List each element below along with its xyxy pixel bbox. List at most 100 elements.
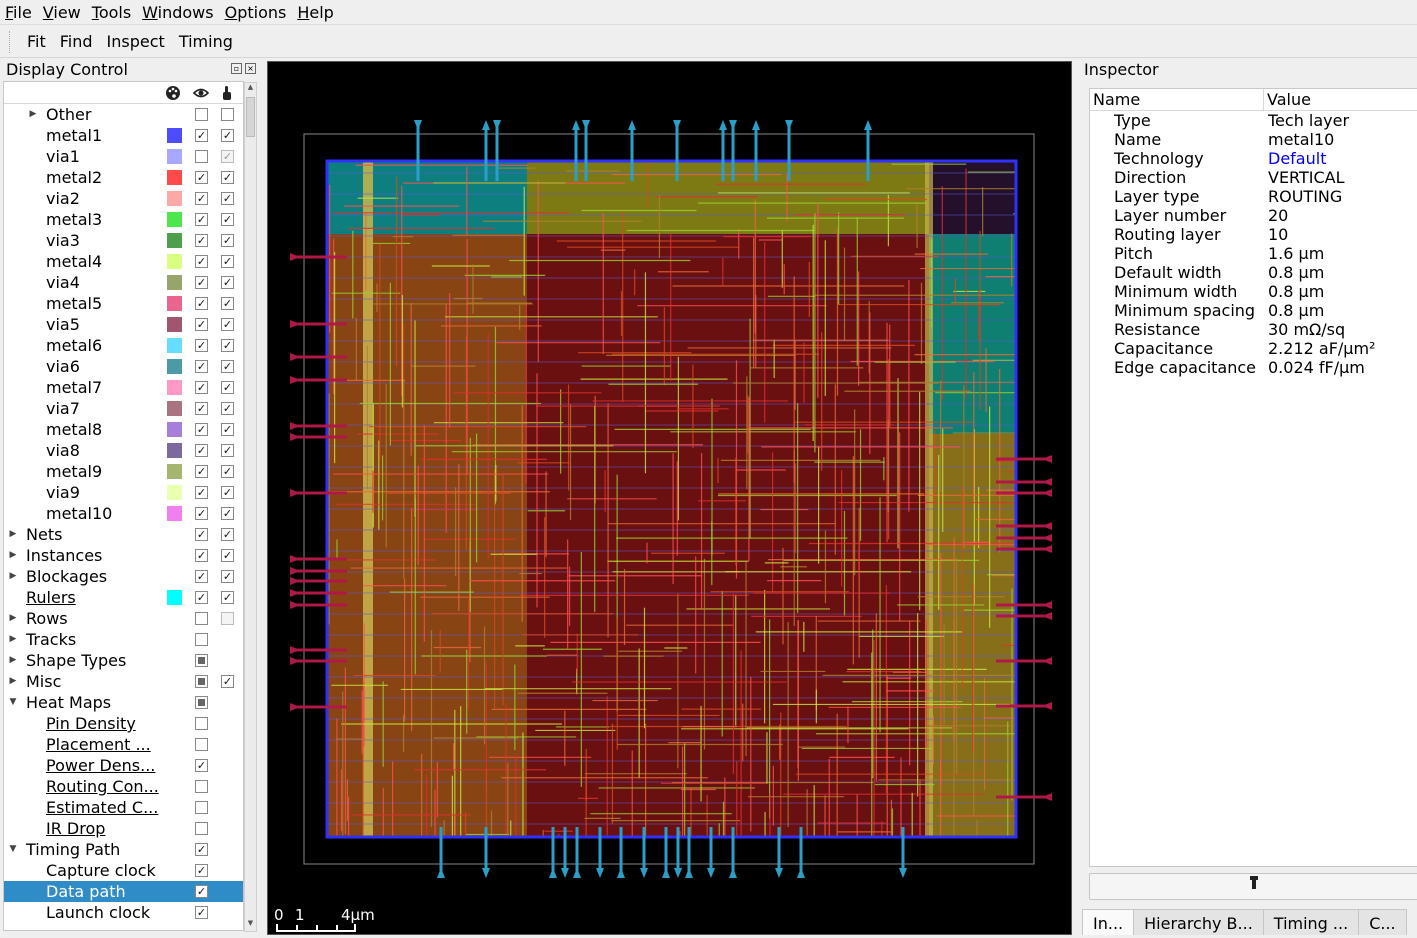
selectable-checkbox[interactable]: ✓ — [221, 234, 234, 247]
selectable-checkbox[interactable]: ✓ — [221, 675, 234, 688]
menu-windows[interactable]: Windows — [137, 0, 219, 25]
selectable-checkbox[interactable]: ✓ — [221, 171, 234, 184]
tree-row-metal10[interactable]: metal10 ✓ ✓ — [4, 503, 243, 524]
menu-tools[interactable]: Tools — [87, 0, 137, 25]
layer-color-swatch[interactable] — [167, 506, 182, 521]
layer-color-swatch[interactable] — [167, 359, 182, 374]
name-column-header[interactable]: Name — [1090, 89, 1264, 110]
visible-checkbox[interactable] — [195, 738, 208, 751]
tree-row-metal4[interactable]: metal4 ✓ ✓ — [4, 251, 243, 272]
layer-color-swatch[interactable] — [167, 212, 182, 227]
layer-color-swatch[interactable] — [167, 380, 182, 395]
visible-checkbox[interactable] — [195, 108, 208, 121]
visible-checkbox[interactable]: ✓ — [195, 570, 208, 583]
tree-row-pin-density[interactable]: Pin Density — [4, 713, 243, 734]
layer-color-swatch[interactable] — [167, 464, 182, 479]
toolbar-find-button[interactable]: Find — [53, 27, 100, 57]
selectable-checkbox[interactable]: ✓ — [221, 507, 234, 520]
close-icon[interactable]: × — [245, 63, 256, 74]
collapse-arrow-icon[interactable]: ▼ — [8, 692, 18, 713]
visible-checkbox[interactable]: ✓ — [195, 381, 208, 394]
tree-row-other[interactable]: ▶ Other — [4, 104, 243, 125]
tree-row-nets[interactable]: ▶ Nets ✓ ✓ — [4, 524, 243, 545]
visible-checkbox[interactable] — [195, 633, 208, 646]
selectable-checkbox[interactable]: ✓ — [221, 444, 234, 457]
tree-row-shape-types[interactable]: ▶ Shape Types — [4, 650, 243, 671]
visible-checkbox[interactable]: ✓ — [195, 297, 208, 310]
toolbar-grip[interactable] — [9, 30, 12, 53]
visible-checkbox[interactable]: ✓ — [195, 906, 208, 919]
tree-row-metal7[interactable]: metal7 ✓ ✓ — [4, 377, 243, 398]
selectable-checkbox[interactable]: ✓ — [221, 528, 234, 541]
visible-checkbox[interactable]: ✓ — [195, 360, 208, 373]
tree-row-via9[interactable]: via9 ✓ ✓ — [4, 482, 243, 503]
tree-row-via6[interactable]: via6 ✓ ✓ — [4, 356, 243, 377]
expand-arrow-icon[interactable]: ▶ — [8, 545, 18, 566]
toolbar-timing-button[interactable]: Timing — [172, 27, 240, 57]
tree-row-tracks[interactable]: ▶ Tracks — [4, 629, 243, 650]
tree-row-instances[interactable]: ▶ Instances ✓ ✓ — [4, 545, 243, 566]
tree-row-metal9[interactable]: metal9 ✓ ✓ — [4, 461, 243, 482]
visible-checkbox[interactable]: ✓ — [195, 885, 208, 898]
visible-checkbox[interactable]: ✓ — [195, 465, 208, 478]
layer-color-swatch[interactable] — [167, 296, 182, 311]
layer-color-swatch[interactable] — [167, 275, 182, 290]
layer-color-swatch[interactable] — [167, 401, 182, 416]
visible-checkbox[interactable]: ✓ — [195, 864, 208, 877]
tree-row-data-path[interactable]: Data path ✓ — [4, 881, 243, 902]
visible-checkbox[interactable]: ✓ — [195, 549, 208, 562]
selectable-checkbox[interactable]: ✓ — [221, 150, 234, 163]
selectable-checkbox[interactable]: ✓ — [221, 381, 234, 394]
tree-row-power-dens[interactable]: Power Dens... ✓ — [4, 755, 243, 776]
visible-checkbox[interactable] — [195, 696, 208, 709]
selectable-checkbox[interactable]: ✓ — [221, 213, 234, 226]
layer-color-swatch[interactable] — [167, 170, 182, 185]
selectable-checkbox[interactable]: ✓ — [221, 318, 234, 331]
selectable-checkbox[interactable] — [221, 108, 234, 121]
scroll-thumb[interactable] — [246, 97, 255, 137]
expand-arrow-icon[interactable]: ▶ — [8, 608, 18, 629]
expand-arrow-icon[interactable]: ▶ — [28, 104, 38, 125]
selectable-checkbox[interactable]: ✓ — [221, 591, 234, 604]
layer-color-swatch[interactable] — [167, 422, 182, 437]
tree-row-via3[interactable]: via3 ✓ ✓ — [4, 230, 243, 251]
visible-checkbox[interactable]: ✓ — [195, 444, 208, 457]
left-splitter[interactable] — [260, 59, 264, 935]
tree-row-rulers[interactable]: Rulers ✓ ✓ — [4, 587, 243, 608]
tree-row-capture-clock[interactable]: Capture clock ✓ — [4, 860, 243, 881]
value-column-header[interactable]: Value — [1264, 89, 1417, 110]
visible-checkbox[interactable]: ✓ — [195, 843, 208, 856]
visible-checkbox[interactable] — [195, 675, 208, 688]
tree-row-metal6[interactable]: metal6 ✓ ✓ — [4, 335, 243, 356]
tree-row-ir-drop[interactable]: IR Drop — [4, 818, 243, 839]
selectable-checkbox[interactable]: ✓ — [221, 129, 234, 142]
selectable-checkbox[interactable]: ✓ — [221, 570, 234, 583]
scroll-up-icon[interactable]: ▲ — [245, 83, 256, 95]
tree-row-via4[interactable]: via4 ✓ ✓ — [4, 272, 243, 293]
layer-color-swatch[interactable] — [167, 191, 182, 206]
visible-checkbox[interactable]: ✓ — [195, 213, 208, 226]
property-value-link[interactable]: Default — [1264, 149, 1326, 168]
expand-arrow-icon[interactable]: ▶ — [8, 566, 18, 587]
layer-color-swatch[interactable] — [167, 590, 182, 605]
tree-row-via2[interactable]: via2 ✓ ✓ — [4, 188, 243, 209]
layer-color-swatch[interactable] — [167, 317, 182, 332]
selectable-checkbox[interactable]: ✓ — [221, 486, 234, 499]
tree-row-routing-con[interactable]: Routing Con... — [4, 776, 243, 797]
selectable-checkbox[interactable] — [221, 612, 234, 625]
expand-arrow-icon[interactable]: ▶ — [8, 524, 18, 545]
tree-row-blockages[interactable]: ▶ Blockages ✓ ✓ — [4, 566, 243, 587]
visible-checkbox[interactable] — [195, 780, 208, 793]
layer-color-swatch[interactable] — [167, 254, 182, 269]
layout-canvas[interactable]: 0 1 4μm — [267, 61, 1072, 935]
selectable-checkbox[interactable]: ✓ — [221, 549, 234, 562]
tree-row-timing-path[interactable]: ▼ Timing Path ✓ — [4, 839, 243, 860]
selectable-checkbox[interactable]: ✓ — [221, 360, 234, 373]
visible-checkbox[interactable]: ✓ — [195, 339, 208, 352]
menu-options[interactable]: Options — [220, 0, 293, 25]
tree-row-metal8[interactable]: metal8 ✓ ✓ — [4, 419, 243, 440]
selectable-checkbox[interactable]: ✓ — [221, 255, 234, 268]
chip-layout[interactable] — [268, 62, 1072, 935]
tree-row-via8[interactable]: via8 ✓ ✓ — [4, 440, 243, 461]
tab-in[interactable]: In... — [1082, 909, 1135, 935]
